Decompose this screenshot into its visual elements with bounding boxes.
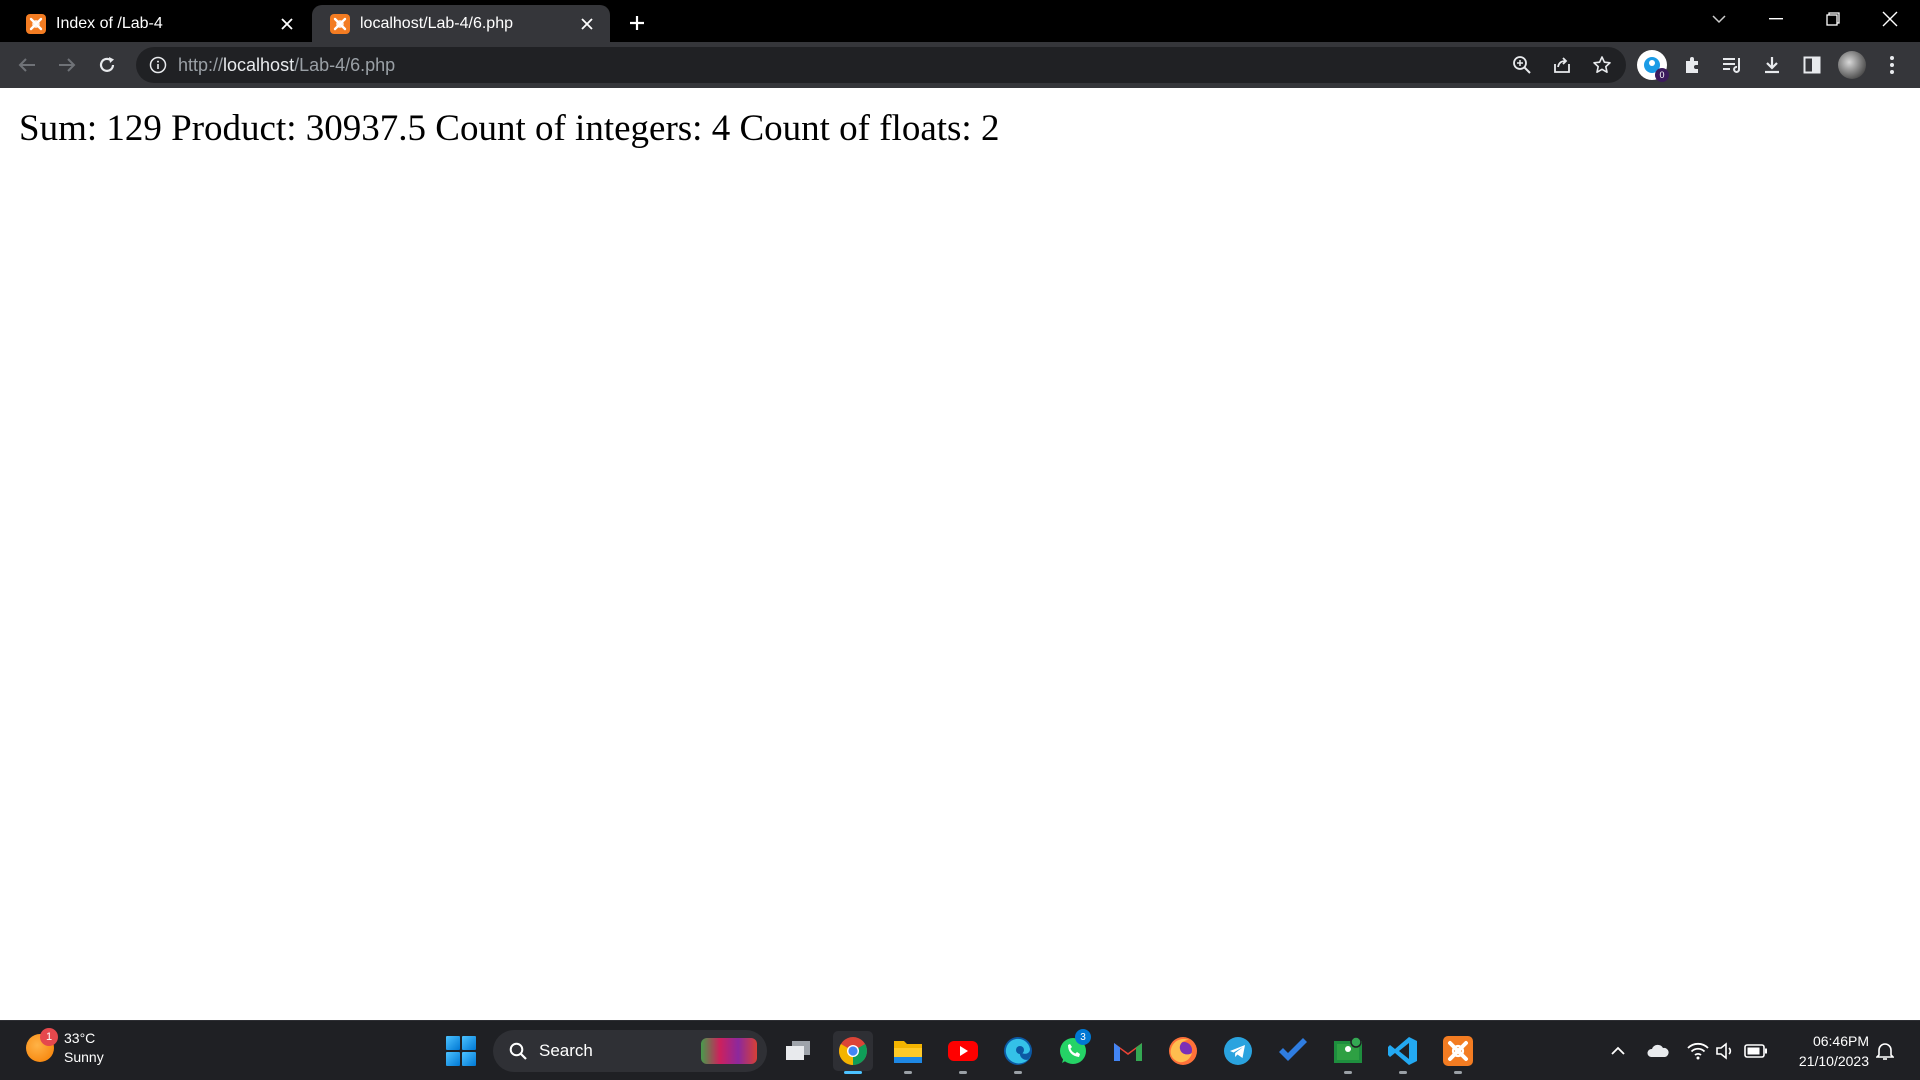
battery-icon[interactable] xyxy=(1744,1039,1768,1063)
info-icon[interactable] xyxy=(148,55,168,75)
forward-button[interactable] xyxy=(50,48,84,82)
address-bar[interactable]: http://localhost/Lab-4/6.php xyxy=(136,47,1626,83)
extensions-icon[interactable] xyxy=(1678,51,1706,79)
browser-toolbar: http://localhost/Lab-4/6.php 0 xyxy=(0,42,1920,88)
edge-indicator xyxy=(1014,1071,1022,1074)
tab-title: localhost/Lab-4/6.php xyxy=(360,14,513,32)
bell-icon[interactable] xyxy=(1873,1039,1897,1063)
xampp-indicator xyxy=(1454,1071,1462,1074)
close-icon[interactable] xyxy=(576,13,598,35)
back-button[interactable] xyxy=(10,48,44,82)
file-explorer-indicator xyxy=(904,1071,912,1074)
reading-list-icon[interactable] xyxy=(1718,51,1746,79)
classroom-icon[interactable] xyxy=(1328,1031,1368,1071)
vscode-icon[interactable] xyxy=(1383,1031,1423,1071)
close-icon xyxy=(1882,11,1898,27)
telegram-icon[interactable] xyxy=(1218,1031,1258,1071)
page-content: Sum: 129 Product: 30937.5 Count of integ… xyxy=(0,88,1920,1020)
chrome-active-indicator xyxy=(844,1071,862,1074)
minimize-button[interactable] xyxy=(1748,0,1804,38)
sun-icon: 1 xyxy=(26,1028,58,1062)
xampp-icon[interactable] xyxy=(1438,1031,1478,1071)
tab-title: Index of /Lab-4 xyxy=(56,14,163,32)
tab-localhost-lab-4-6-php[interactable]: localhost/Lab-4/6.php xyxy=(312,5,610,42)
weather-condition: Sunny xyxy=(64,1049,104,1065)
todo-icon[interactable] xyxy=(1273,1031,1313,1071)
star-icon[interactable] xyxy=(1591,54,1613,76)
xampp-favicon-icon xyxy=(330,13,350,34)
taskbar: 1 33°C Sunny Search 3 06:46PM 21/10/2023 xyxy=(0,1020,1920,1080)
side-panel-icon[interactable] xyxy=(1798,51,1826,79)
close-window-button[interactable] xyxy=(1862,0,1918,38)
url-path: /Lab-4/6.php xyxy=(294,54,396,75)
share-icon[interactable] xyxy=(1551,54,1573,76)
clock-time: 06:46PM xyxy=(1812,1033,1869,1049)
file-explorer-icon[interactable] xyxy=(888,1031,928,1071)
plus-icon xyxy=(630,16,644,30)
classroom-indicator xyxy=(1344,1071,1352,1074)
url-host: localhost xyxy=(223,54,295,75)
download-icon[interactable] xyxy=(1758,51,1786,79)
extension-badge: 0 xyxy=(1655,68,1669,82)
gmail-icon[interactable] xyxy=(1108,1031,1148,1071)
minimize-icon xyxy=(1769,18,1783,20)
chrome-icon[interactable] xyxy=(833,1031,873,1071)
weather-temp: 33°C xyxy=(64,1030,96,1046)
search-icon xyxy=(507,1040,529,1062)
search-label: Search xyxy=(539,1041,593,1060)
weather-badge: 1 xyxy=(40,1028,58,1046)
back-icon xyxy=(18,58,35,72)
tab-index-of-lab-4[interactable]: Index of /Lab-4 xyxy=(8,5,310,42)
xampp-favicon-icon xyxy=(26,13,46,34)
chevron-up-icon[interactable] xyxy=(1606,1039,1630,1063)
zoom-icon[interactable] xyxy=(1511,54,1533,76)
avatar[interactable] xyxy=(1838,51,1866,79)
close-icon[interactable] xyxy=(276,13,298,35)
windows-start-icon[interactable] xyxy=(446,1036,476,1066)
url-scheme: http:// xyxy=(178,54,224,75)
system-clock[interactable]: 06:46PM 21/10/2023 xyxy=(1779,1031,1869,1071)
chevron-down-icon xyxy=(1712,15,1726,24)
vscode-indicator xyxy=(1399,1071,1407,1074)
reload-button[interactable] xyxy=(90,48,124,82)
forward-icon xyxy=(59,58,76,72)
menu-icon[interactable] xyxy=(1878,51,1906,79)
title-bar: Index of /Lab-4 localhost/Lab-4/6.php xyxy=(0,0,1920,42)
task-view-icon[interactable] xyxy=(778,1031,818,1071)
restore-icon xyxy=(1826,12,1840,26)
restore-button[interactable] xyxy=(1805,0,1861,38)
firefox-icon[interactable] xyxy=(1163,1031,1203,1071)
search-highlight-icon xyxy=(701,1038,757,1064)
youtube-icon[interactable] xyxy=(943,1031,983,1071)
php-output-text: Sum: 129 Product: 30937.5 Count of integ… xyxy=(19,108,1000,149)
whatsapp-badge: 3 xyxy=(1075,1029,1091,1045)
wifi-icon[interactable] xyxy=(1686,1039,1710,1063)
tab-search-button[interactable] xyxy=(1691,0,1747,38)
weather-widget[interactable]: 1 33°C Sunny xyxy=(26,1028,104,1067)
clock-date: 21/10/2023 xyxy=(1798,1053,1869,1069)
new-tab-button[interactable] xyxy=(622,8,652,38)
onedrive-icon[interactable] xyxy=(1646,1039,1670,1063)
edge-icon[interactable] xyxy=(998,1031,1038,1071)
youtube-indicator xyxy=(959,1071,967,1074)
volume-icon[interactable] xyxy=(1714,1039,1738,1063)
reload-icon xyxy=(99,57,115,72)
whatsapp-icon[interactable]: 3 xyxy=(1053,1029,1093,1071)
url-text[interactable]: http://localhost/Lab-4/6.php xyxy=(178,55,395,76)
taskbar-search[interactable]: Search xyxy=(493,1030,767,1072)
